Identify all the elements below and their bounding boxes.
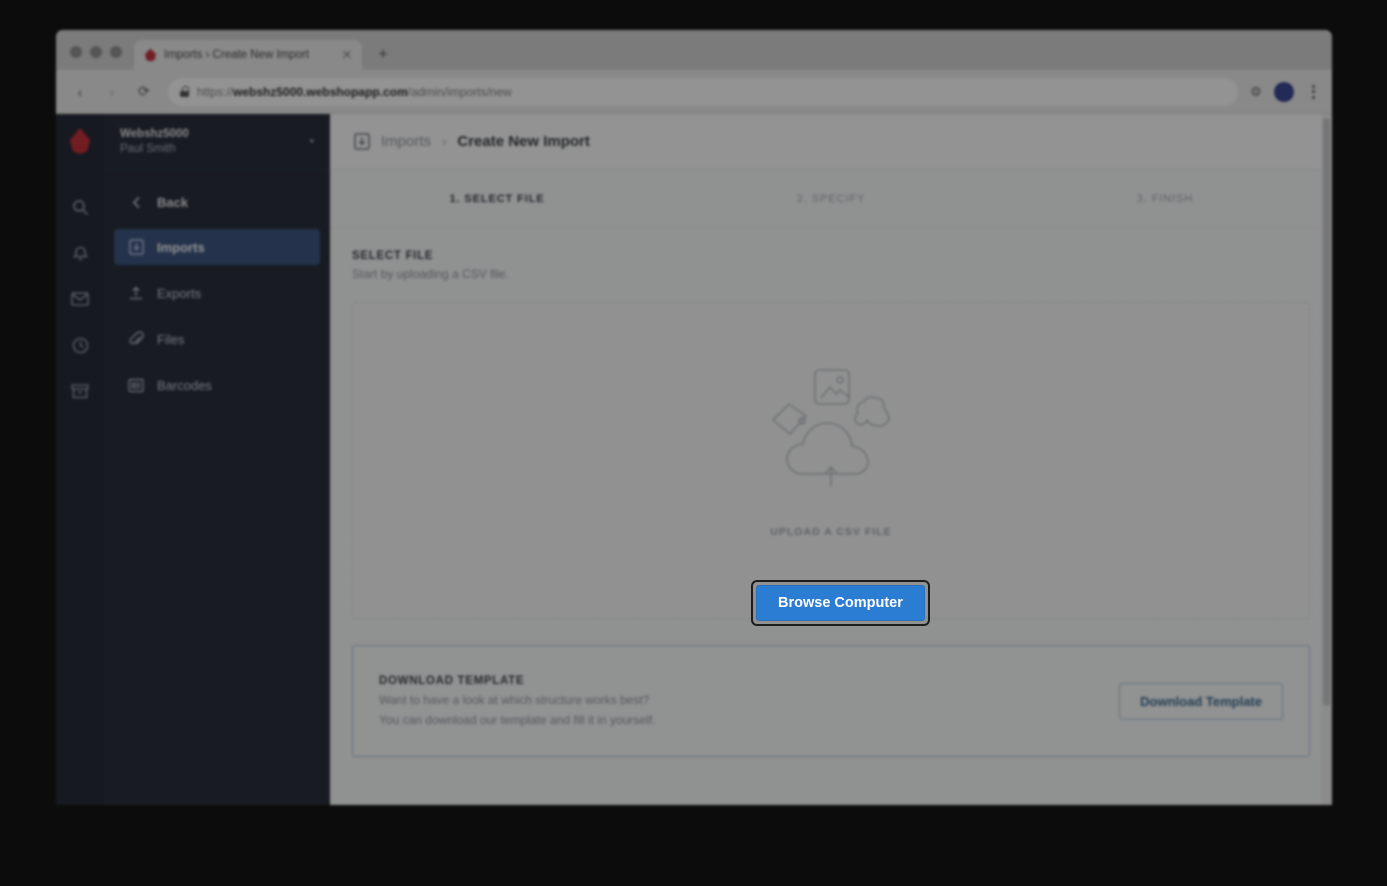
browser-toolbar: ‹ › ⟳ https://webshz5000.webshopapp.com/… [56, 70, 1332, 114]
download-template-line2: You can download our template and fill i… [379, 713, 656, 727]
user-name: Paul Smith [120, 142, 176, 155]
breadcrumb-parent[interactable]: Imports [381, 133, 431, 150]
chevron-down-icon[interactable]: ▾ [309, 136, 314, 147]
import-icon [128, 239, 144, 255]
sidebar-back-label: Back [157, 194, 189, 210]
step-specify[interactable]: 2. SPECIFY [664, 193, 998, 205]
sidebar-item-files[interactable]: Files [114, 321, 320, 357]
store-switcher[interactable]: Webshz5000 Paul Smith ▾ [104, 114, 330, 170]
brand-drop-logo[interactable] [70, 128, 90, 154]
profile-avatar[interactable] [1274, 81, 1294, 102]
store-name: Webshz5000 [120, 127, 189, 140]
sidebar-item-label: Imports [157, 239, 205, 255]
close-tab-icon[interactable] [340, 48, 354, 62]
breadcrumb-separator: › [442, 134, 447, 149]
url-scheme: https:// [197, 84, 234, 99]
wizard-steps: 1. SELECT FILE 2. SPECIFY 3. FINISH [330, 170, 1332, 228]
dropzone-label: UPLOAD A CSV FILE [770, 525, 892, 538]
forward-navigation-icon[interactable]: › [98, 78, 126, 106]
sidebar-nav: Back Imports Exports Files Barcodes [104, 170, 330, 413]
sidebar: Webshz5000 Paul Smith ▾ Back Imports Exp… [104, 114, 330, 805]
extensions-icon[interactable]: ⚙ [1248, 84, 1264, 100]
browser-tabstrip: Imports › Create New Import + [56, 30, 1332, 70]
export-icon [128, 285, 144, 301]
app-shell: Webshz5000 Paul Smith ▾ Back Imports Exp… [56, 114, 1332, 805]
icon-rail [56, 114, 104, 805]
minimize-window-button[interactable] [90, 46, 102, 58]
barcode-icon [128, 378, 144, 393]
browse-computer-focus: Browse Computer [751, 560, 930, 626]
download-template-text: DOWNLOAD TEMPLATE Want to have a look at… [379, 675, 655, 727]
url-text: https://webshz5000.webshopapp.com/admin/… [197, 85, 512, 99]
upload-cloud-illustration [726, 364, 936, 514]
notifications-icon[interactable] [57, 230, 103, 276]
close-window-button[interactable] [70, 46, 82, 58]
messages-icon[interactable] [57, 276, 103, 322]
browse-computer-button[interactable]: Browse Computer [756, 585, 925, 621]
window-controls[interactable] [64, 46, 134, 70]
scrollbar-thumb[interactable] [1323, 118, 1330, 706]
sidebar-item-barcodes[interactable]: Barcodes [114, 367, 320, 403]
browser-menu-icon[interactable] [1304, 84, 1322, 99]
sidebar-item-label: Exports [157, 285, 202, 301]
search-icon[interactable] [57, 184, 103, 230]
page-scrollbar[interactable] [1321, 114, 1332, 805]
download-template-line1: Want to have a look at which structure w… [379, 693, 650, 707]
page-title: Create New Import [457, 133, 590, 150]
breadcrumb: Imports › Create New Import [330, 114, 1332, 170]
main-content: Imports › Create New Import 1. SELECT FI… [330, 114, 1332, 805]
section-subtitle: Start by uploading a CSV file. [352, 267, 509, 281]
browser-window: Imports › Create New Import + ‹ › ⟳ http… [56, 30, 1332, 805]
select-file-section: SELECT FILE Start by uploading a CSV fil… [330, 228, 1332, 757]
store-info: Webshz5000 Paul Smith [120, 127, 309, 157]
sidebar-item-label: Barcodes [157, 377, 212, 393]
activity-icon[interactable] [57, 322, 103, 368]
step-finish[interactable]: 3. FINISH [998, 193, 1332, 205]
url-path: /admin/imports/new [407, 84, 512, 99]
paperclip-icon [128, 331, 144, 347]
browser-tab[interactable]: Imports › Create New Import [134, 40, 362, 70]
browse-computer-focus-ring: Browse Computer [751, 580, 930, 626]
sidebar-item-exports[interactable]: Exports [114, 275, 320, 311]
browser-tab-title: Imports › Create New Import [164, 49, 310, 61]
reload-icon[interactable]: ⟳ [130, 78, 158, 106]
lock-icon [180, 86, 189, 97]
download-template-title: DOWNLOAD TEMPLATE [379, 675, 525, 687]
back-navigation-icon[interactable]: ‹ [66, 78, 94, 106]
download-template-card: DOWNLOAD TEMPLATE Want to have a look at… [352, 645, 1310, 757]
import-icon [354, 133, 370, 150]
url-host: webshz5000.webshopapp.com [233, 84, 408, 99]
download-template-button[interactable]: Download Template [1119, 682, 1283, 720]
sidebar-item-back[interactable]: Back [114, 184, 320, 220]
archive-icon[interactable] [57, 368, 103, 414]
maximize-window-button[interactable] [110, 46, 122, 58]
section-title: SELECT FILE [352, 250, 434, 262]
chevron-left-icon [128, 196, 144, 209]
step-select-file[interactable]: 1. SELECT FILE [330, 193, 664, 205]
sidebar-item-imports[interactable]: Imports [114, 229, 320, 265]
new-tab-button[interactable]: + [368, 40, 398, 70]
address-bar[interactable]: https://webshz5000.webshopapp.com/admin/… [168, 77, 1238, 106]
sidebar-item-label: Files [157, 331, 185, 347]
screen: Imports › Create New Import + ‹ › ⟳ http… [0, 0, 1387, 886]
shop-logo-icon [145, 48, 156, 62]
